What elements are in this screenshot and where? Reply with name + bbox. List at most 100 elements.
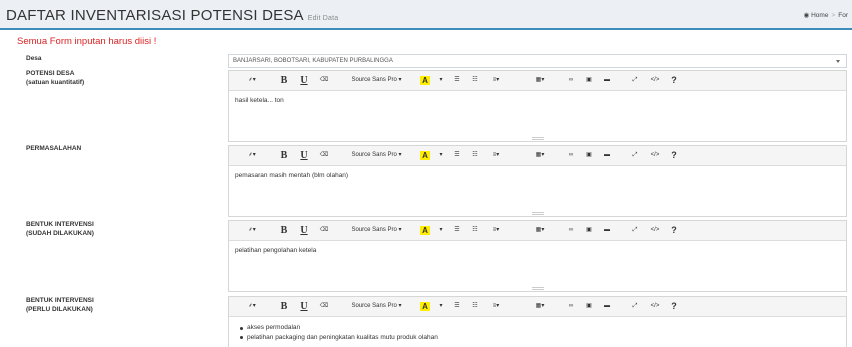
bold-button[interactable]: B — [279, 74, 289, 87]
font-name-dropdown[interactable]: Source Sans Pro ▾ — [344, 224, 409, 237]
desa-select[interactable]: BANJARSARI, BOBOTSARI, KABUPATEN PURBALI… — [228, 54, 847, 68]
editor-content[interactable]: pelatihan pengolahan ketela — [229, 241, 846, 254]
chevron-down-icon[interactable]: ▾ — [437, 224, 445, 237]
code-view-icon[interactable]: </> — [647, 74, 663, 87]
link-icon[interactable]: ∞ — [565, 74, 577, 87]
code-view-icon[interactable]: </> — [647, 149, 663, 162]
table-icon[interactable]: ▦▾ — [531, 74, 549, 87]
ordered-list-icon[interactable]: ☷ — [469, 149, 481, 162]
unordered-list-icon[interactable]: ☰ — [451, 300, 463, 313]
ordered-list-icon[interactable]: ☷ — [469, 300, 481, 313]
field-label-line2: (PERLU DILAKUKAN) — [26, 305, 93, 313]
fullscreen-icon[interactable]: ⤢ — [629, 224, 641, 237]
help-icon[interactable]: ? — [669, 300, 679, 313]
video-icon[interactable]: ▬ — [601, 74, 613, 87]
field-label-permasalahan: PERMASALAHAN — [26, 145, 81, 154]
chevron-down-icon[interactable] — [836, 60, 840, 63]
editor-content[interactable]: pemasaran masih mentah (blm olahan) — [229, 166, 846, 179]
help-icon[interactable]: ? — [669, 149, 679, 162]
text-color-label: A — [420, 226, 430, 235]
field-label-line1: POTENSI DESA — [26, 70, 75, 77]
magic-wand-icon[interactable]: ⸙▾ — [245, 149, 259, 162]
editor-toolbar: ⸙▾ B U ⌫ Source Sans Pro ▾ A ▾ ☰ ☷ ≡▾ ▦▾… — [229, 146, 846, 166]
help-icon[interactable]: ? — [669, 224, 679, 237]
magic-wand-icon[interactable]: ⸙▾ — [245, 224, 259, 237]
text-color-label: A — [420, 76, 430, 85]
editor-content[interactable]: hasil ketela... ton — [229, 91, 846, 104]
field-label-intervensi-perlu: BENTUK INTERVENSI (PERLU DILAKUKAN) — [26, 297, 94, 314]
table-icon[interactable]: ▦▾ — [531, 149, 549, 162]
list-item: pelatihan packaging dan peningkatan kual… — [239, 333, 840, 343]
chevron-down-icon[interactable]: ▾ — [437, 149, 445, 162]
editor-toolbar: ⸙▾ B U ⌫ Source Sans Pro ▾ A ▾ ☰ ☷ ≡▾ ▦▾… — [229, 71, 846, 91]
text-color-button[interactable]: A — [419, 149, 431, 162]
underline-button[interactable]: U — [299, 74, 309, 87]
breadcrumb-next-link[interactable]: For — [838, 12, 848, 19]
magic-wand-icon[interactable]: ⸙▾ — [245, 300, 259, 313]
bullet-list: akses permodalan pelatihan packaging dan… — [235, 323, 840, 342]
help-icon[interactable]: ? — [669, 74, 679, 87]
underline-button[interactable]: U — [299, 300, 309, 313]
code-view-icon[interactable]: </> — [647, 224, 663, 237]
resize-handle[interactable] — [531, 287, 544, 290]
link-icon[interactable]: ∞ — [565, 149, 577, 162]
chevron-down-icon[interactable]: ▾ — [437, 300, 445, 313]
eraser-icon[interactable]: ⌫ — [319, 224, 329, 237]
editor-intervensi-sudah[interactable]: ⸙▾ B U ⌫ Source Sans Pro ▾ A ▾ ☰ ☷ ≡▾ ▦▾… — [228, 220, 847, 292]
chevron-down-icon[interactable]: ▾ — [437, 74, 445, 87]
video-icon[interactable]: ▬ — [601, 149, 613, 162]
font-name-dropdown[interactable]: Source Sans Pro ▾ — [344, 300, 409, 313]
ordered-list-icon[interactable]: ☷ — [469, 224, 481, 237]
video-icon[interactable]: ▬ — [601, 224, 613, 237]
field-label-line2: (satuan kuantitatif) — [26, 78, 85, 86]
font-name-dropdown[interactable]: Source Sans Pro ▾ — [344, 149, 409, 162]
unordered-list-icon[interactable]: ☰ — [451, 224, 463, 237]
resize-handle[interactable] — [531, 137, 544, 140]
link-icon[interactable]: ∞ — [565, 224, 577, 237]
code-view-icon[interactable]: </> — [647, 300, 663, 313]
unordered-list-icon[interactable]: ☰ — [451, 74, 463, 87]
bold-button[interactable]: B — [279, 300, 289, 313]
page-title: DAFTAR INVENTARISASI POTENSI DESA Edit Da… — [6, 7, 338, 24]
bold-button[interactable]: B — [279, 224, 289, 237]
text-color-button[interactable]: A — [419, 224, 431, 237]
editor-intervensi-perlu[interactable]: ⸙▾ B U ⌫ Source Sans Pro ▾ A ▾ ☰ ☷ ≡▾ ▦▾… — [228, 296, 847, 347]
field-label-line1: BENTUK INTERVENSI — [26, 297, 94, 304]
ordered-list-icon[interactable]: ☷ — [469, 74, 481, 87]
text-color-label: A — [420, 151, 430, 160]
editor-potensi[interactable]: ⸙▾ B U ⌫ Source Sans Pro ▾ A ▾ ☰ ☷ ≡▾ ▦▾… — [228, 70, 847, 142]
align-icon[interactable]: ≡▾ — [487, 300, 505, 313]
field-label-line2: (SUDAH DILAKUKAN) — [26, 229, 94, 237]
video-icon[interactable]: ▬ — [601, 300, 613, 313]
text-color-button[interactable]: A — [419, 74, 431, 87]
text-color-button[interactable]: A — [419, 300, 431, 313]
align-icon[interactable]: ≡▾ — [487, 74, 505, 87]
picture-icon[interactable]: ▣ — [583, 300, 595, 313]
eraser-icon[interactable]: ⌫ — [319, 74, 329, 87]
underline-button[interactable]: U — [299, 224, 309, 237]
underline-button[interactable]: U — [299, 149, 309, 162]
fullscreen-icon[interactable]: ⤢ — [629, 300, 641, 313]
fullscreen-icon[interactable]: ⤢ — [629, 74, 641, 87]
bold-button[interactable]: B — [279, 149, 289, 162]
picture-icon[interactable]: ▣ — [583, 149, 595, 162]
picture-icon[interactable]: ▣ — [583, 224, 595, 237]
fullscreen-icon[interactable]: ⤢ — [629, 149, 641, 162]
picture-icon[interactable]: ▣ — [583, 74, 595, 87]
align-icon[interactable]: ≡▾ — [487, 224, 505, 237]
editor-content[interactable]: akses permodalan pelatihan packaging dan… — [229, 317, 846, 342]
breadcrumb-home-link[interactable]: Home — [811, 12, 828, 19]
editor-permasalahan[interactable]: ⸙▾ B U ⌫ Source Sans Pro ▾ A ▾ ☰ ☷ ≡▾ ▦▾… — [228, 145, 847, 217]
resize-handle[interactable] — [531, 212, 544, 215]
unordered-list-icon[interactable]: ☰ — [451, 149, 463, 162]
field-label-potensi: POTENSI DESA (satuan kuantitatif) — [26, 70, 84, 87]
magic-wand-icon[interactable]: ⸙▾ — [245, 74, 259, 87]
link-icon[interactable]: ∞ — [565, 300, 577, 313]
table-icon[interactable]: ▦▾ — [531, 224, 549, 237]
table-icon[interactable]: ▦▾ — [531, 300, 549, 313]
eraser-icon[interactable]: ⌫ — [319, 300, 329, 313]
font-name-dropdown[interactable]: Source Sans Pro ▾ — [344, 74, 409, 87]
eraser-icon[interactable]: ⌫ — [319, 149, 329, 162]
align-icon[interactable]: ≡▾ — [487, 149, 505, 162]
content-header: DAFTAR INVENTARISASI POTENSI DESA Edit Da… — [0, 0, 852, 30]
